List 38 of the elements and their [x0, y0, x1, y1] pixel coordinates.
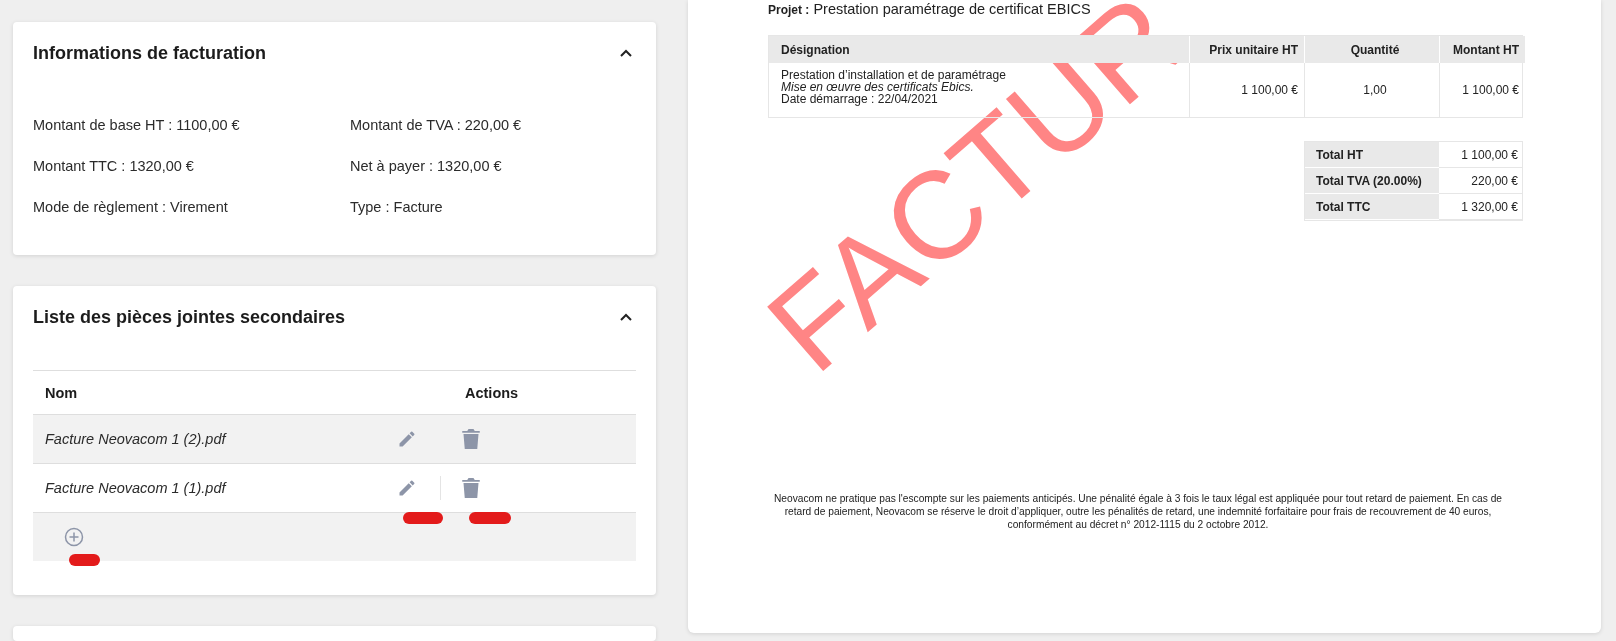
column-header: Quantité [1305, 36, 1440, 63]
total-label: Total HT [1305, 142, 1439, 168]
info-text: Montant TTC : 1320,00 € [33, 157, 195, 176]
total-value: 220,00 € [1439, 168, 1522, 194]
total-value: 1 320,00 € [1439, 194, 1522, 220]
card-title: Liste des pièces jointes secondaires [33, 306, 346, 328]
file-name: Facture Neovacom 1 (2).pdf [44, 431, 228, 447]
total-label: Total TTC [1305, 194, 1439, 220]
info-text: Montant de TVA : 220,00 € [350, 116, 523, 135]
file-name: Facture Neovacom 1 (1).pdf [44, 480, 228, 496]
amount: 1 100,00 € [1462, 83, 1519, 97]
info-text: Mode de règlement : Virement [33, 198, 229, 217]
info-text: Type : Facture [350, 198, 444, 217]
delete-button[interactable] [459, 476, 483, 500]
annotation-mark [469, 512, 511, 524]
pencil-icon [397, 478, 417, 498]
column-header: Nom [44, 384, 79, 401]
annotation-mark [403, 512, 443, 524]
total-label: Total TVA (20.00%) [1305, 168, 1439, 194]
annotation-mark [69, 554, 100, 566]
card-title: Informations de facturation [33, 42, 266, 64]
chevron-icon[interactable] [620, 313, 632, 321]
pencil-icon [397, 429, 417, 449]
legal-notice: Neovacom ne pratique pas l'escompte sur les paiements anticipés. Une pénalité égale à 3 fois le taux légal est appliquée pour tout retard de paiement. En cas de retard de paiement, Neovacom se réserve le droit d’appliquer, outre les pénalités de retard, une indemnité forfaitaire pour frais de recouvrement de 40 euros, conformément au décret n° 2012-1115 du 2 octobre 2012. [773, 492, 1503, 531]
delete-button[interactable] [459, 427, 483, 451]
total-value: 1 100,00 € [1439, 142, 1522, 168]
column-header: Actions [465, 384, 520, 401]
quantity: 1,00 [1363, 83, 1387, 97]
info-text: Net à payer : 1320,00 € [350, 157, 503, 176]
chevron-icon[interactable] [620, 49, 632, 57]
trash-icon [462, 429, 480, 449]
column-header: Montant HT [1440, 36, 1525, 63]
unit-price: 1 100,00 € [1241, 83, 1298, 97]
info-text: Montant de base HT : 1100,00 € [33, 116, 241, 135]
plus-circle-icon [64, 527, 84, 547]
column-header: Prix unitaire HT [1190, 36, 1305, 63]
trash-icon [462, 478, 480, 498]
add-button[interactable] [62, 525, 86, 549]
